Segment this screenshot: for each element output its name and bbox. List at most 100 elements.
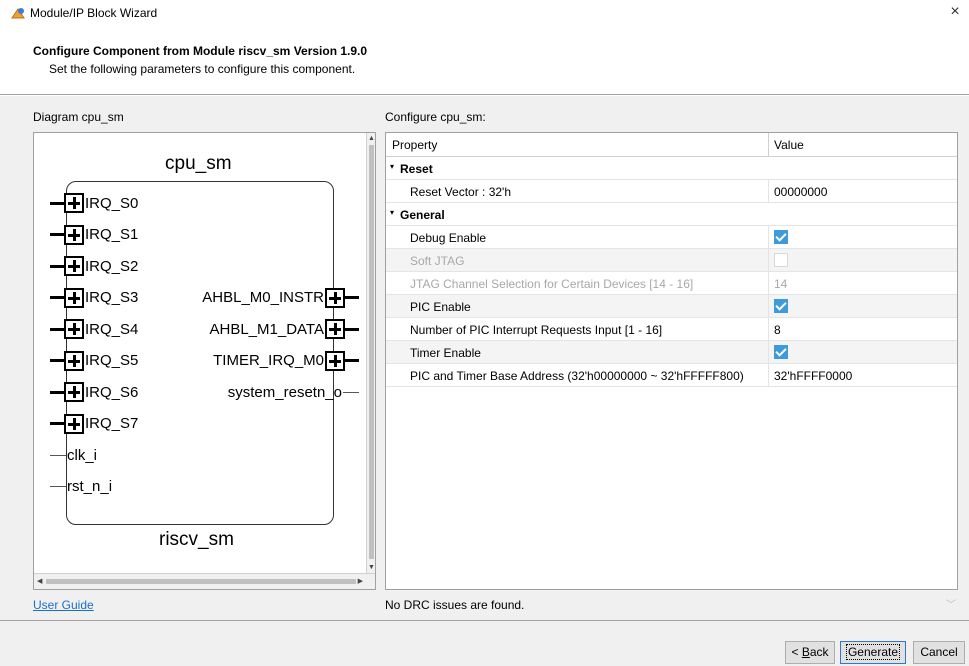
- property-label: PIC Enable: [410, 300, 471, 314]
- scroll-up-icon[interactable]: ▲: [368, 135, 375, 142]
- expand-bus-icon[interactable]: [325, 319, 345, 339]
- config-label: Configure cpu_sm:: [385, 110, 486, 124]
- property-label: JTAG Channel Selection for Certain Devic…: [410, 277, 694, 291]
- close-icon[interactable]: ×: [947, 2, 963, 22]
- wizard-footer: < Back Generate Cancel: [0, 620, 969, 666]
- diagram-label: Diagram cpu_sm: [33, 110, 124, 124]
- property-row: PIC Enable: [386, 295, 957, 318]
- pin-irq-s4: IRQ_S4: [50, 318, 139, 340]
- property-value-field[interactable]: 32'hFFFF0000: [774, 369, 852, 383]
- property-grid: Property Value ▾ Reset Reset Vector : 32'h…: [385, 132, 958, 590]
- pin-label: IRQ_S6: [85, 383, 139, 401]
- property-label: PIC and Timer Base Address (32'h00000000…: [410, 369, 744, 383]
- pin-irq-s5: IRQ_S5: [50, 350, 139, 372]
- pin-label: clk_i: [67, 446, 98, 464]
- pin-line: [50, 359, 64, 362]
- pin-timer-irq-m0: TIMER_IRQ_M0: [212, 350, 359, 372]
- expand-bus-icon[interactable]: [64, 350, 84, 371]
- back-rest: ack: [809, 645, 829, 659]
- pin-label: AHBL_M1_DATA: [209, 320, 325, 338]
- property-checkbox: [774, 253, 788, 267]
- property-row: Debug Enable: [386, 226, 957, 249]
- page-subtitle: Set the following parameters to configur…: [49, 62, 356, 76]
- expand-bus-icon[interactable]: [64, 319, 84, 339]
- diagram-horizontal-scrollbar[interactable]: ◀ ▶: [34, 573, 375, 589]
- pin-label: IRQ_S3: [85, 289, 139, 306]
- expand-bus-icon[interactable]: [64, 413, 84, 434]
- pin-label: IRQ_S7: [85, 415, 139, 432]
- expand-bus-icon[interactable]: [64, 193, 84, 213]
- pin-line: [50, 422, 64, 425]
- back-button[interactable]: < Back: [785, 641, 835, 664]
- scroll-thumb[interactable]: [369, 145, 374, 559]
- grid-header: Property Value: [386, 133, 957, 157]
- scroll-down-icon[interactable]: ▼: [368, 564, 375, 571]
- property-checkbox[interactable]: [774, 299, 788, 313]
- column-divider: [768, 180, 769, 203]
- scroll-left-icon[interactable]: ◀: [37, 577, 42, 585]
- column-header-property: Property: [392, 138, 438, 152]
- pin-line: [50, 390, 64, 394]
- property-label: Soft JTAG: [410, 254, 465, 268]
- pin-line: [345, 296, 359, 299]
- pin-irq-s0: IRQ_S0: [50, 192, 139, 214]
- drc-status: No DRC issues are found.: [385, 598, 525, 612]
- diagram-vertical-scrollbar[interactable]: ▲ ▼: [366, 133, 375, 573]
- wizard-app-icon: [11, 8, 25, 19]
- property-row: Soft JTAG: [386, 249, 957, 272]
- pin-ahbl-m0-instr: AHBL_M0_INSTR: [201, 287, 359, 309]
- pin-irq-s3: IRQ_S3: [50, 287, 139, 309]
- pin-line: [50, 486, 66, 487]
- window-title: Module/IP Block Wizard: [30, 6, 158, 20]
- scroll-right-icon[interactable]: ▶: [358, 577, 363, 585]
- pin-label: rst_n_i: [67, 478, 113, 495]
- pin-irq-s6: IRQ_S6: [50, 381, 139, 403]
- expand-bus-icon[interactable]: [64, 287, 84, 308]
- diagram-instance-name: cpu_sm: [165, 153, 232, 174]
- column-divider: [768, 318, 769, 341]
- property-value-field[interactable]: 00000000: [774, 185, 827, 199]
- property-row: Reset Vector : 32'h 00000000: [386, 180, 957, 203]
- property-value-field[interactable]: 8: [774, 323, 781, 337]
- user-guide-link[interactable]: User Guide: [33, 598, 94, 612]
- column-divider: [768, 226, 769, 249]
- expand-bus-icon[interactable]: [64, 224, 84, 245]
- scroll-thumb[interactable]: [46, 579, 356, 584]
- pin-line: [50, 454, 66, 456]
- pin-irq-s1: IRQ_S1: [50, 224, 139, 246]
- property-label: Reset Vector : 32'h: [410, 185, 512, 199]
- column-divider: [768, 341, 769, 364]
- pin-line: [50, 296, 64, 299]
- generate-button[interactable]: Generate: [840, 641, 906, 664]
- pin-line: [345, 359, 359, 362]
- column-divider[interactable]: [768, 133, 769, 157]
- property-value-field: 14: [774, 277, 788, 291]
- property-label: Timer Enable: [410, 346, 481, 360]
- pin-line: [50, 233, 64, 236]
- back-mnemonic: B: [801, 645, 810, 659]
- collapse-caret-icon[interactable]: ▾: [390, 162, 394, 171]
- pin-line: [343, 391, 359, 393]
- expand-bus-icon[interactable]: [325, 287, 345, 308]
- property-group-general[interactable]: ▾ General: [386, 203, 957, 226]
- pin-label: system_resetn_o: [227, 383, 342, 401]
- pin-ahbl-m1-data: AHBL_M1_DATA: [209, 318, 359, 340]
- pin-line: [50, 201, 64, 205]
- wizard-header: Configure Component from Module riscv_sm…: [0, 26, 969, 95]
- property-checkbox[interactable]: [774, 345, 788, 359]
- chevron-down-icon[interactable]: ﹀: [946, 596, 956, 611]
- column-divider: [768, 295, 769, 318]
- group-label: Reset: [400, 162, 433, 176]
- expand-bus-icon[interactable]: [64, 256, 84, 276]
- expand-bus-icon[interactable]: [64, 382, 84, 402]
- column-header-value: Value: [774, 138, 804, 152]
- property-group-reset[interactable]: ▾ Reset: [386, 157, 957, 180]
- collapse-caret-icon[interactable]: ▾: [390, 208, 394, 217]
- pin-label: AHBL_M0_INSTR: [202, 289, 324, 306]
- diagram-module-name: riscv_sm: [159, 529, 234, 550]
- pin-irq-s2: IRQ_S2: [50, 255, 139, 277]
- cancel-button[interactable]: Cancel: [913, 641, 965, 664]
- pin-system-resetn-o: system_resetn_o: [227, 381, 359, 403]
- expand-bus-icon[interactable]: [325, 350, 345, 371]
- property-checkbox[interactable]: [774, 230, 788, 244]
